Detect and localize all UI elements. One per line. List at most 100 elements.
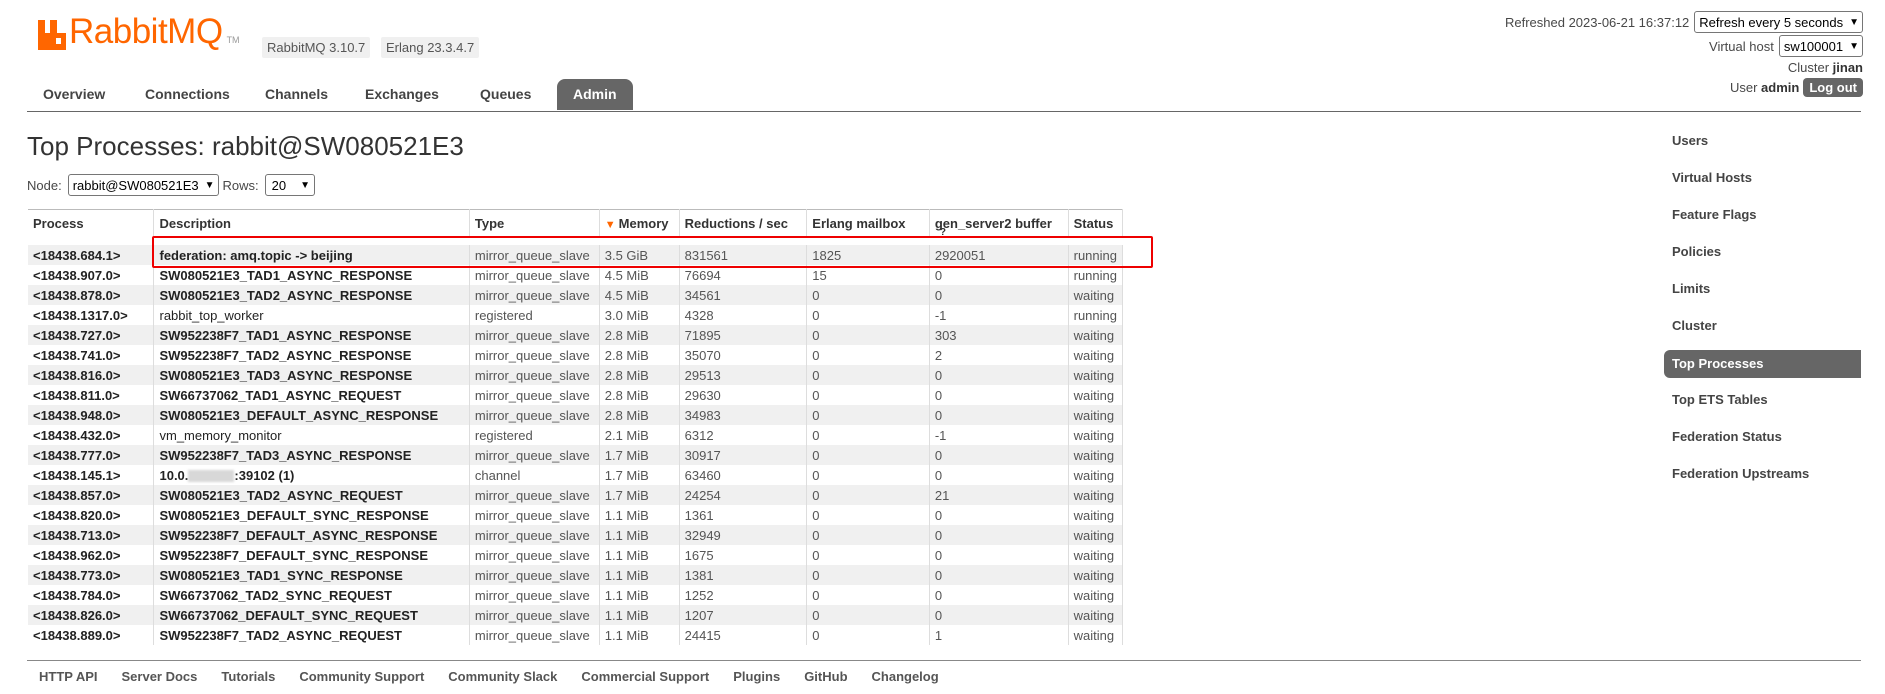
table-row: <18438.826.0> SW66737062_DEFAULT_SYNC_REQ… bbox=[28, 605, 1124, 625]
sidebar-item-users[interactable]: Users bbox=[1664, 128, 1861, 165]
cell-process[interactable]: <18438.962.0> bbox=[28, 545, 155, 565]
footer-link-github[interactable]: GitHub bbox=[804, 669, 847, 684]
cell-process[interactable]: <18438.811.0> bbox=[28, 385, 155, 405]
cell-process[interactable]: <18438.907.0> bbox=[28, 265, 155, 285]
cell-process[interactable]: <18438.857.0> bbox=[28, 485, 155, 505]
footer-link-changelog[interactable]: Changelog bbox=[872, 669, 939, 684]
cell-process[interactable]: <18438.727.0> bbox=[28, 325, 155, 345]
col-process[interactable]: Process bbox=[28, 209, 155, 241]
sidebar-item-cluster[interactable]: Cluster bbox=[1664, 313, 1861, 350]
cell-process[interactable]: <18438.432.0> bbox=[28, 425, 155, 445]
cell-buffer: 0 bbox=[929, 545, 1069, 565]
cell-type: mirror_queue_slave bbox=[469, 525, 600, 545]
footer-link-tutorials[interactable]: Tutorials bbox=[221, 669, 275, 684]
cell-description: SW66737062_TAD1_ASYNC_REQUEST bbox=[153, 385, 470, 405]
sidebar-item-federation-status[interactable]: Federation Status bbox=[1664, 424, 1861, 461]
rows-select[interactable]: 20 ▼ bbox=[264, 174, 316, 196]
cell-process[interactable]: <18438.684.1> bbox=[28, 237, 155, 265]
cell-type: mirror_queue_slave bbox=[469, 565, 600, 585]
tab-exchanges[interactable]: Exchanges bbox=[365, 79, 439, 110]
node-select[interactable]: rabbit@SW080521E3 ▼ bbox=[67, 174, 219, 196]
table-row: <18438.784.0> SW66737062_TAD2_SYNC_REQUES… bbox=[28, 585, 1124, 605]
cell-status: waiting bbox=[1068, 365, 1124, 385]
tab-connections[interactable]: Connections bbox=[145, 79, 230, 110]
footer-link-plugins[interactable]: Plugins bbox=[733, 669, 780, 684]
footer-link-community-slack[interactable]: Community Slack bbox=[448, 669, 557, 684]
cell-description-suffix: :39102 (1) bbox=[234, 467, 295, 483]
cell-description: SW66737062_DEFAULT_SYNC_REQUEST bbox=[153, 605, 470, 625]
cell-mailbox: 0 bbox=[806, 365, 930, 385]
table-row: <18438.773.0> SW080521E3_TAD1_SYNC_RESPON… bbox=[28, 565, 1124, 585]
sidebar-item-federation-upstreams[interactable]: Federation Upstreams bbox=[1664, 461, 1861, 498]
cell-memory: 1.7 MiB bbox=[599, 465, 680, 485]
cell-process[interactable]: <18438.820.0> bbox=[28, 505, 155, 525]
cell-description: SW080521E3_TAD1_SYNC_RESPONSE bbox=[153, 565, 470, 585]
cell-type: registered bbox=[469, 305, 600, 325]
sidebar-item-top-processes[interactable]: Top Processes bbox=[1664, 350, 1861, 378]
cell-description: SW952238F7_TAD1_ASYNC_RESPONSE bbox=[153, 325, 470, 345]
cell-mailbox: 0 bbox=[806, 585, 930, 605]
cell-mailbox: 0 bbox=[806, 385, 930, 405]
rabbitmq-logo[interactable]: RabbitMQ TM bbox=[38, 14, 240, 50]
sidebar-item-limits[interactable]: Limits bbox=[1664, 276, 1861, 313]
cell-reductions: 34561 bbox=[679, 285, 808, 305]
chevron-down-icon: ▼ bbox=[300, 179, 311, 191]
cell-process[interactable]: <18438.826.0> bbox=[28, 605, 155, 625]
virtual-host-select[interactable]: sw100001 ▼ bbox=[1778, 35, 1863, 57]
footer-link-commercial-support[interactable]: Commercial Support bbox=[581, 669, 709, 684]
cell-status: waiting bbox=[1068, 625, 1124, 645]
cell-reductions: 1675 bbox=[679, 545, 808, 565]
cell-buffer: 0 bbox=[929, 465, 1069, 485]
cluster-name: jinan bbox=[1832, 59, 1863, 75]
cell-type: mirror_queue_slave bbox=[469, 485, 600, 505]
cell-memory: 2.1 MiB bbox=[599, 425, 680, 445]
cell-description: SW66737062_TAD2_SYNC_REQUEST bbox=[153, 585, 470, 605]
tab-channels[interactable]: Channels bbox=[265, 79, 328, 110]
sidebar-item-virtual-hosts[interactable]: Virtual Hosts bbox=[1664, 165, 1861, 202]
footer-link-server-docs[interactable]: Server Docs bbox=[122, 669, 198, 684]
footer-link-community-support[interactable]: Community Support bbox=[299, 669, 424, 684]
cell-buffer: 0 bbox=[929, 445, 1069, 465]
virtual-host-value: sw100001 bbox=[1783, 38, 1844, 54]
cell-process[interactable]: <18438.784.0> bbox=[28, 585, 155, 605]
sidebar-item-policies[interactable]: Policies bbox=[1664, 239, 1861, 276]
cell-process[interactable]: <18438.948.0> bbox=[28, 405, 155, 425]
table-row: <18438.727.0> SW952238F7_TAD1_ASYNC_RESPO… bbox=[28, 325, 1124, 345]
sidebar-item-feature-flags[interactable]: Feature Flags bbox=[1664, 202, 1861, 239]
cell-reductions: 32949 bbox=[679, 525, 808, 545]
cell-status: waiting bbox=[1068, 285, 1124, 305]
cell-process[interactable]: <18438.878.0> bbox=[28, 285, 155, 305]
table-row: <18438.741.0> SW952238F7_TAD2_ASYNC_RESPO… bbox=[28, 345, 1124, 365]
cell-type: mirror_queue_slave bbox=[469, 585, 600, 605]
chevron-down-icon: ▼ bbox=[1849, 40, 1859, 52]
cell-reductions: 71895 bbox=[679, 325, 808, 345]
cell-mailbox: 0 bbox=[806, 505, 930, 525]
cell-type: channel bbox=[469, 465, 600, 485]
tab-overview[interactable]: Overview bbox=[43, 79, 105, 110]
sidebar-item-top-ets-tables[interactable]: Top ETS Tables bbox=[1664, 387, 1861, 424]
cell-memory: 1.1 MiB bbox=[599, 565, 680, 585]
cell-mailbox: 0 bbox=[806, 325, 930, 345]
cell-process[interactable]: <18438.713.0> bbox=[28, 525, 155, 545]
cell-process[interactable]: <18438.777.0> bbox=[28, 445, 155, 465]
cell-process[interactable]: <18438.1317.0> bbox=[28, 305, 155, 325]
cell-process[interactable]: <18438.145.1> bbox=[28, 465, 155, 485]
table-row: <18438.878.0> SW080521E3_TAD2_ASYNC_RESPO… bbox=[28, 285, 1124, 305]
tab-queues[interactable]: Queues bbox=[480, 79, 531, 110]
cell-memory: 2.8 MiB bbox=[599, 365, 680, 385]
cell-process[interactable]: <18438.773.0> bbox=[28, 565, 155, 585]
cell-reductions: 1381 bbox=[679, 565, 808, 585]
cell-memory: 1.1 MiB bbox=[599, 625, 680, 645]
table-row: <18438.820.0> SW080521E3_DEFAULT_SYNC_RES… bbox=[28, 505, 1124, 525]
cell-buffer: 0 bbox=[929, 605, 1069, 625]
refresh-interval-select[interactable]: Refresh every 5 seconds ▼ bbox=[1694, 11, 1863, 33]
footer: HTTP API Server Docs Tutorials Community… bbox=[27, 660, 1861, 684]
cell-process[interactable]: <18438.816.0> bbox=[28, 365, 155, 385]
tab-admin[interactable]: Admin bbox=[557, 79, 633, 110]
footer-link-http-api[interactable]: HTTP API bbox=[39, 669, 98, 684]
chevron-down-icon: ▼ bbox=[1849, 16, 1859, 28]
cell-process[interactable]: <18438.889.0> bbox=[28, 625, 155, 645]
cell-description: SW080521E3_DEFAULT_SYNC_RESPONSE bbox=[153, 505, 470, 525]
cell-process[interactable]: <18438.741.0> bbox=[28, 345, 155, 365]
cell-buffer: 21 bbox=[929, 485, 1069, 505]
